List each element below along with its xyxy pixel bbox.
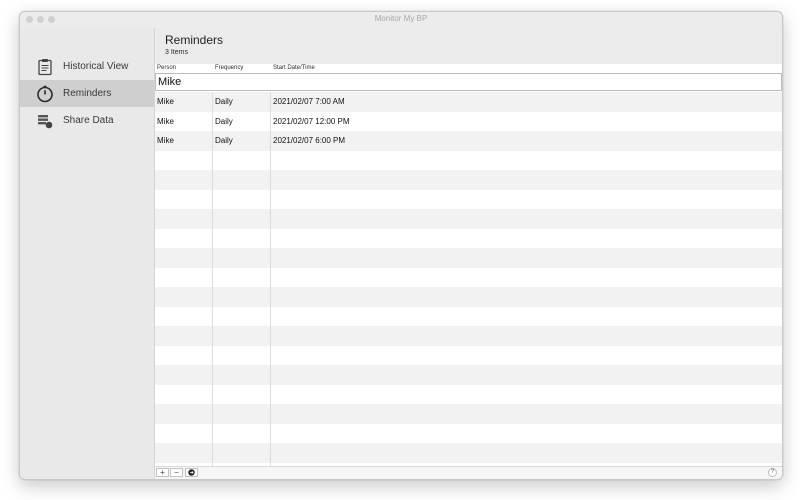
add-reminder-button[interactable]: + [156,468,169,477]
sidebar-item-historical-view[interactable]: Historical View [20,53,154,80]
table-row[interactable]: Mike Daily 2021/02/07 12:00 PM [155,112,782,132]
remove-reminder-button[interactable]: − [170,468,183,477]
sidebar-item-label: Reminders [63,88,112,99]
empty-row [155,151,782,171]
item-count: 3 Items [165,49,188,56]
cell-person: Mike [157,116,174,126]
share-data-icon [38,114,53,128]
title-bar: Monitor My BP [20,12,782,28]
cell-frequency: Daily [215,136,233,145]
empty-row [155,209,782,229]
empty-row [155,385,782,405]
table-row[interactable]: Mike Daily 2021/02/07 7:00 AM [155,92,782,112]
cell-start: 2021/02/07 12:00 PM [273,116,350,126]
empty-row [155,326,782,346]
stopwatch-icon [37,85,53,102]
empty-row [155,268,782,288]
main-panel: Reminders 3 Items Person Frequency Start… [155,28,782,479]
column-divider [270,92,271,467]
table-row[interactable]: Mike Daily 2021/02/07 6:00 PM [155,131,782,151]
sidebar-item-share-data[interactable]: Share Data [20,107,154,134]
table-body: Mike Daily 2021/02/07 7:00 AM Mike Daily… [155,92,782,467]
column-divider [212,92,213,467]
empty-row [155,424,782,444]
group-header-label: Mike [158,76,182,88]
empty-row [155,170,782,190]
empty-row [155,404,782,424]
table-header: Person Frequency Start Date/Time [155,64,782,73]
content-header: Reminders 3 Items [155,28,782,65]
empty-row [155,190,782,210]
action-menu-button[interactable] [185,468,198,477]
app-window: Monitor My BP Historical View Reminders [19,11,783,480]
empty-row [155,229,782,249]
cell-frequency: Daily [215,97,233,106]
sidebar-item-reminders[interactable]: Reminders [20,80,154,107]
empty-row [155,287,782,307]
column-header-frequency[interactable]: Frequency [215,65,243,71]
column-header-person[interactable]: Person [157,65,176,71]
empty-row [155,346,782,366]
sidebar: Historical View Reminders Share Data [20,28,155,479]
sidebar-item-label: Historical View [63,61,129,72]
empty-row [155,248,782,268]
cell-person: Mike [157,97,174,106]
help-button[interactable]: ? [768,468,777,477]
group-header-row[interactable]: Mike [155,73,782,91]
cell-start: 2021/02/07 7:00 AM [273,97,345,106]
empty-row [155,307,782,327]
window-title: Monitor My BP [374,14,428,23]
sidebar-item-label: Share Data [63,115,114,126]
page-title: Reminders [165,33,224,47]
table-footer: + − ? [155,466,782,479]
empty-row [155,443,782,463]
cell-person: Mike [157,136,174,145]
cell-start: 2021/02/07 6:00 PM [273,136,346,145]
column-header-start-datetime[interactable]: Start Date/Time [273,65,315,71]
cell-frequency: Daily [215,116,233,126]
empty-row [155,365,782,385]
clipboard-icon [38,58,52,75]
arrow-circle-icon [188,469,195,476]
